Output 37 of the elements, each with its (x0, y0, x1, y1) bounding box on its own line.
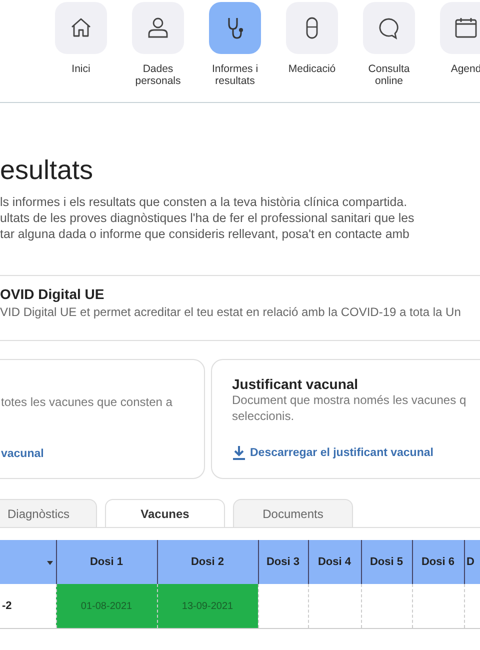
column-header: Dosi 3 (258, 540, 308, 584)
column-header: Dosi 4 (308, 540, 361, 584)
column-header: Dosi 6 (412, 540, 464, 584)
column-header: Dosi 1 (56, 540, 157, 584)
nav-tile[interactable] (440, 2, 480, 54)
nav-label[interactable]: Consulta online (354, 63, 424, 87)
download-link[interactable]: Descarregar el justificant vacunal (232, 445, 434, 460)
nav-label[interactable]: Inici (46, 63, 116, 75)
nav-tile[interactable] (363, 2, 415, 54)
download-link[interactable]: vacunal (1, 448, 44, 460)
caret-icon[interactable] (46, 561, 53, 565)
nav-tile[interactable] (132, 2, 184, 54)
intro-text: tar alguna dada o informe que consideris rellevant, posa't en contacte amb (0, 226, 410, 242)
nav-tile[interactable] (55, 2, 107, 54)
tab[interactable]: Documents (233, 499, 353, 527)
dose-cell: 13-09-2021 (157, 584, 258, 628)
nav-label[interactable]: Dades personals (123, 63, 193, 87)
nav-tile[interactable] (209, 2, 261, 54)
dose-cell: 01-08-2021 (56, 584, 157, 628)
intro-text: ultats de les proves diagnòstiques l'ha de fer el professional sanitari que les (0, 210, 416, 226)
tab[interactable]: Vacunes (105, 499, 225, 527)
column-header: Dosi 2 (157, 540, 258, 584)
section-text: VID Digital UE et permet acreditar el teu estat en relació amb la COVID-19 a tota la Un (0, 305, 462, 319)
nav-tile[interactable] (286, 2, 338, 54)
page-title: esultats (0, 155, 94, 186)
card-text: totes les vacunes que consten a (1, 394, 174, 410)
nav-label[interactable]: Medicació (277, 63, 347, 75)
card-text: Document que mostra només les vacunes q (232, 392, 468, 408)
tab[interactable]: Diagnòstics (0, 499, 97, 527)
column-header: D (464, 540, 480, 584)
section-title: OVID Digital UE (0, 286, 106, 302)
nav-label[interactable]: Informes i resultats (200, 63, 270, 87)
card-text: seleccionis. (232, 408, 296, 424)
column-header: Dosi 5 (361, 540, 412, 584)
download-icon (232, 445, 246, 460)
card-title: Justificant vacunal (232, 376, 360, 392)
intro-text: ls informes i els resultats que consten a la teva història clínica compartida. (0, 194, 408, 210)
